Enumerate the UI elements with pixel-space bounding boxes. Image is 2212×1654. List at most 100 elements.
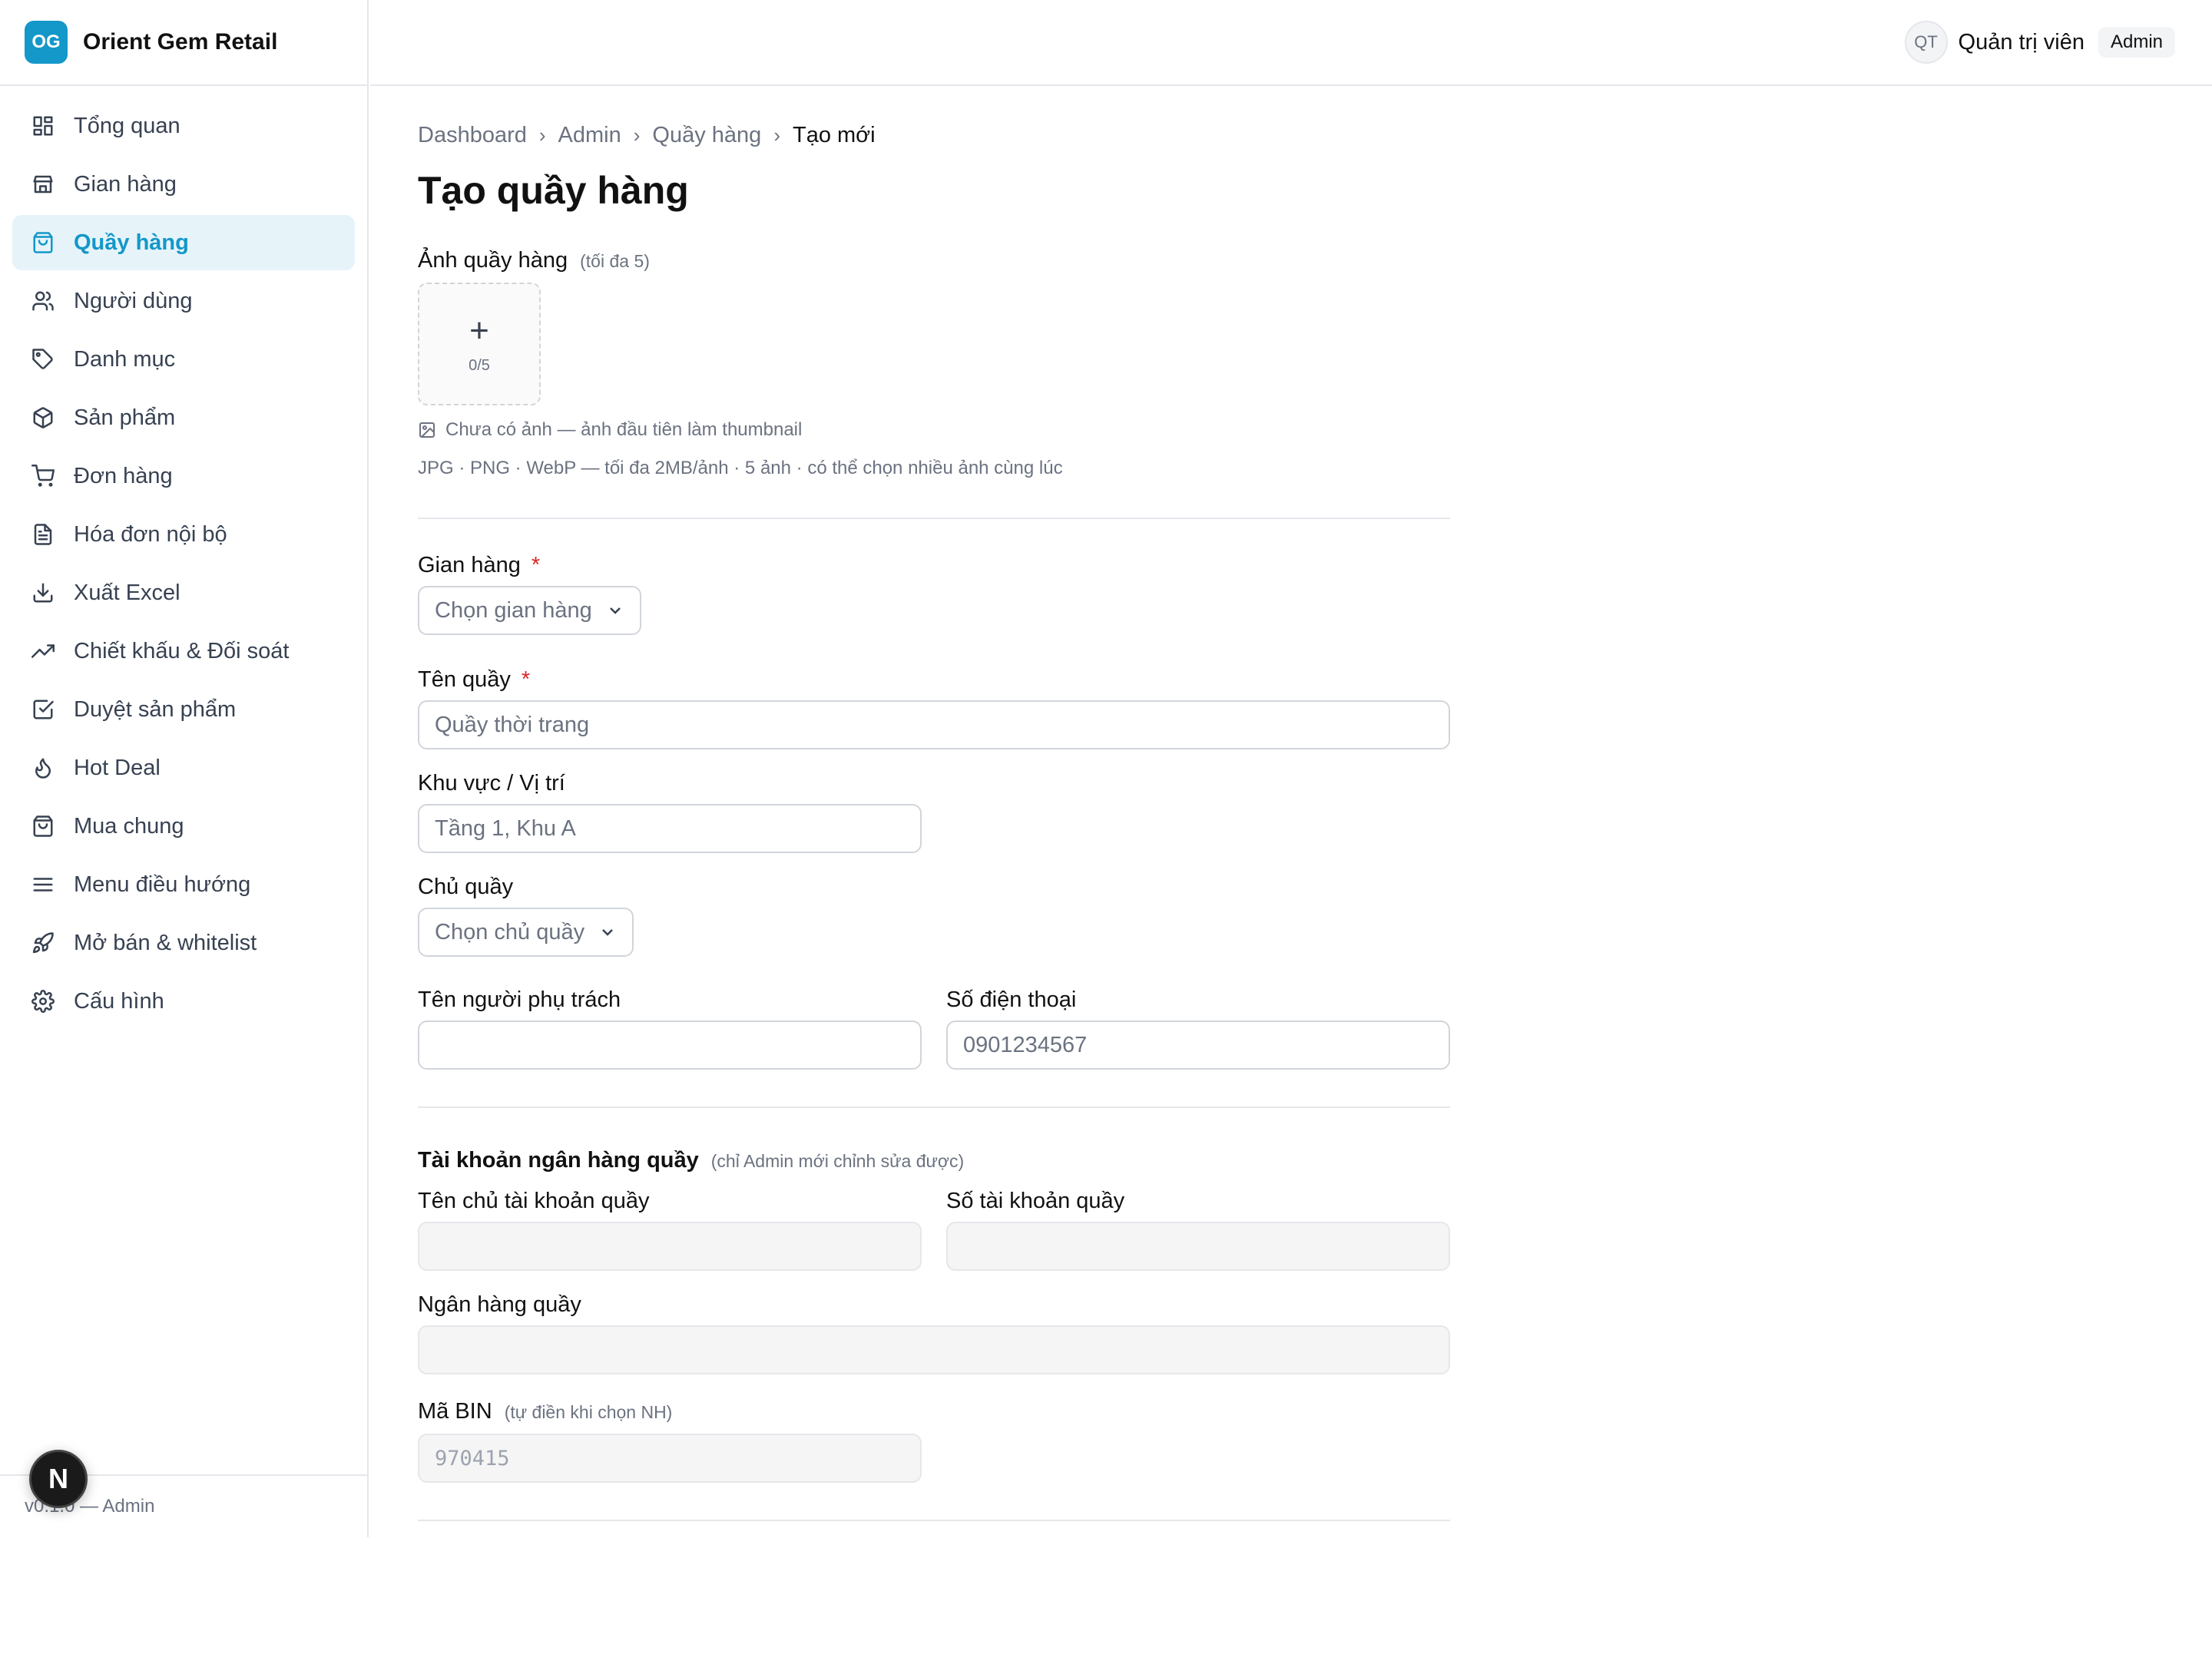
sidebar-item-label: Hóa đơn nội bộ bbox=[74, 521, 227, 547]
chevron-down-icon bbox=[609, 607, 621, 614]
sidebar-item-label: Người dùng bbox=[74, 288, 193, 313]
images-label-text: Ảnh quầy hàng bbox=[418, 248, 568, 273]
images-label: Ảnh quầy hàng (tối đa 5) bbox=[418, 248, 1452, 273]
phone-label-text: Số điện thoại bbox=[946, 987, 1077, 1012]
image-upload-button[interactable]: + 0/5 bbox=[418, 283, 541, 405]
brand-name: Orient Gem Retail bbox=[83, 29, 278, 55]
top-bar: QT Quản trị viên Admin bbox=[370, 0, 2212, 86]
sidebar-item[interactable]: Danh mục bbox=[12, 332, 355, 387]
sidebar-item-label: Cấu hình bbox=[74, 988, 164, 1014]
sidebar-item-label: Duyệt sản phẩm bbox=[74, 696, 237, 722]
sidebar-item[interactable]: Hot Deal bbox=[12, 740, 355, 796]
breadcrumb-counters[interactable]: Quầy hàng bbox=[652, 123, 761, 148]
sidebar-item[interactable]: Gian hàng bbox=[12, 157, 355, 212]
sidebar-item-label: Chiết khấu & Đối soát bbox=[74, 638, 290, 663]
owner-select[interactable]: Chọn chủ quầy bbox=[418, 908, 634, 957]
images-hint: (tối đa 5) bbox=[580, 251, 650, 271]
counter-name-placeholder: Quầy thời trang bbox=[435, 712, 590, 737]
sidebar-item[interactable]: Mở bán & whitelist bbox=[12, 915, 355, 971]
sidebar-item[interactable]: Xuất Excel bbox=[12, 565, 355, 620]
divider bbox=[418, 1107, 1450, 1108]
sidebar-item[interactable]: Tổng quan bbox=[12, 98, 355, 154]
manager-label-text: Tên người phụ trách bbox=[418, 987, 621, 1012]
sidebar-item[interactable]: Hóa đơn nội bộ bbox=[12, 507, 355, 562]
brand-logo: OG bbox=[25, 21, 68, 64]
file-text-icon bbox=[31, 522, 55, 547]
contact-row: Tên người phụ trách Số điện thoại 090123… bbox=[418, 987, 1452, 1070]
page-title: Tạo quầy hàng bbox=[418, 169, 689, 212]
account-number-input[interactable] bbox=[946, 1222, 1450, 1271]
image-count: 0/5 bbox=[469, 356, 490, 374]
images-note-text: Chưa có ảnh — ảnh đầu tiên làm thumbnail bbox=[445, 419, 803, 440]
dashboard-icon bbox=[31, 114, 55, 138]
account-no-label: Số tài khoản quầy bbox=[946, 1189, 1450, 1214]
sidebar-item[interactable]: Cấu hình bbox=[12, 974, 355, 1029]
bin-hint: (tự điền khi chọn NH) bbox=[504, 1402, 673, 1422]
plus-icon: + bbox=[469, 311, 489, 349]
divider bbox=[418, 518, 1450, 519]
avatar[interactable]: QT bbox=[1904, 21, 1948, 64]
breadcrumb-current: Tạo mới bbox=[792, 123, 876, 147]
location-input[interactable]: Tầng 1, Khu A bbox=[418, 804, 922, 853]
required-mark: * bbox=[521, 667, 531, 692]
menu-icon bbox=[31, 872, 55, 897]
account-holder-input[interactable] bbox=[418, 1222, 922, 1271]
sidebar-item-label: Hot Deal bbox=[74, 755, 161, 780]
sidebar-item[interactable]: Mua chung bbox=[12, 799, 355, 854]
bank-name-input[interactable] bbox=[418, 1325, 1450, 1374]
main-content: Dashboard › Admin › Quầy hàng › Tạo mới … bbox=[418, 86, 1452, 1521]
store-label: Gian hàng * bbox=[418, 553, 1452, 578]
store-select[interactable]: Chọn gian hàng bbox=[418, 586, 641, 635]
images-format-hint: JPG · PNG · WebP — tối đa 2MB/ảnh · 5 ản… bbox=[418, 458, 1063, 478]
sidebar-nav: Tổng quan Gian hàng Quầy hàng Người dùng Dan… bbox=[0, 86, 367, 1029]
user-name[interactable]: Quản trị viên bbox=[1959, 30, 2085, 55]
sidebar-item[interactable]: Quầy hàng bbox=[12, 215, 355, 270]
bank-row: Tên chủ tài khoản quầy Số tài khoản quầy bbox=[418, 1189, 1452, 1271]
bank-title-text: Tài khoản ngân hàng quầy bbox=[418, 1148, 699, 1173]
sidebar-item[interactable]: Sản phẩm bbox=[12, 390, 355, 445]
sidebar-item-label: Gian hàng bbox=[74, 171, 177, 197]
sidebar-item[interactable]: Chiết khấu & Đối soát bbox=[12, 624, 355, 679]
chevron-down-icon bbox=[602, 929, 613, 936]
sidebar-item[interactable]: Menu điều hướng bbox=[12, 857, 355, 912]
store-icon bbox=[31, 172, 55, 197]
bin-label: Mã BIN (tự điền khi chọn NH) bbox=[418, 1399, 1452, 1424]
location-label: Khu vực / Vị trí bbox=[418, 771, 1452, 796]
role-badge: Admin bbox=[2098, 27, 2175, 58]
account-no-field: Số tài khoản quầy bbox=[946, 1189, 1450, 1271]
location-placeholder: Tầng 1, Khu A bbox=[435, 815, 576, 841]
sidebar-item-label: Quầy hàng bbox=[74, 230, 189, 255]
sidebar-item-label: Sản phẩm bbox=[74, 405, 176, 430]
breadcrumb: Dashboard › Admin › Quầy hàng › Tạo mới bbox=[418, 123, 1452, 148]
tag-icon bbox=[31, 347, 55, 372]
chevron-right-icon: › bbox=[538, 124, 546, 147]
sidebar-item-label: Menu điều hướng bbox=[74, 872, 251, 897]
images-note: Chưa có ảnh — ảnh đầu tiên làm thumbnail bbox=[418, 419, 1452, 441]
phone-input[interactable]: 0901234567 bbox=[946, 1021, 1450, 1070]
sidebar-item[interactable]: Đơn hàng bbox=[12, 448, 355, 504]
chevron-right-icon: › bbox=[773, 124, 780, 147]
manager-name-input[interactable] bbox=[418, 1021, 922, 1070]
sidebar-item-label: Danh mục bbox=[74, 346, 176, 372]
rocket-icon bbox=[31, 931, 55, 955]
breadcrumb-admin[interactable]: Admin bbox=[558, 123, 621, 148]
next-dev-badge[interactable]: N bbox=[29, 1450, 88, 1508]
counter-name-input[interactable]: Quầy thời trang bbox=[418, 700, 1450, 749]
sidebar-item[interactable]: Người dùng bbox=[12, 273, 355, 329]
store-select-value: Chọn gian hàng bbox=[435, 597, 592, 623]
brand[interactable]: OG Orient Gem Retail bbox=[0, 0, 367, 86]
download-icon bbox=[31, 581, 55, 605]
sidebar-item-label: Xuất Excel bbox=[74, 580, 180, 605]
chevron-right-icon: › bbox=[633, 124, 641, 147]
trending-up-icon bbox=[31, 639, 55, 663]
sidebar-item-label: Tổng quan bbox=[74, 113, 180, 138]
package-icon bbox=[31, 405, 55, 430]
bank-name-label: Ngân hàng quầy bbox=[418, 1292, 1452, 1318]
sidebar-item[interactable]: Duyệt sản phẩm bbox=[12, 682, 355, 737]
required-mark: * bbox=[531, 553, 541, 577]
holder-label-text: Tên chủ tài khoản quầy bbox=[418, 1189, 650, 1213]
users-icon bbox=[31, 289, 55, 313]
breadcrumb-dashboard[interactable]: Dashboard bbox=[418, 123, 527, 148]
bin-input[interactable]: 970415 bbox=[418, 1434, 922, 1483]
image-icon bbox=[419, 422, 435, 438]
